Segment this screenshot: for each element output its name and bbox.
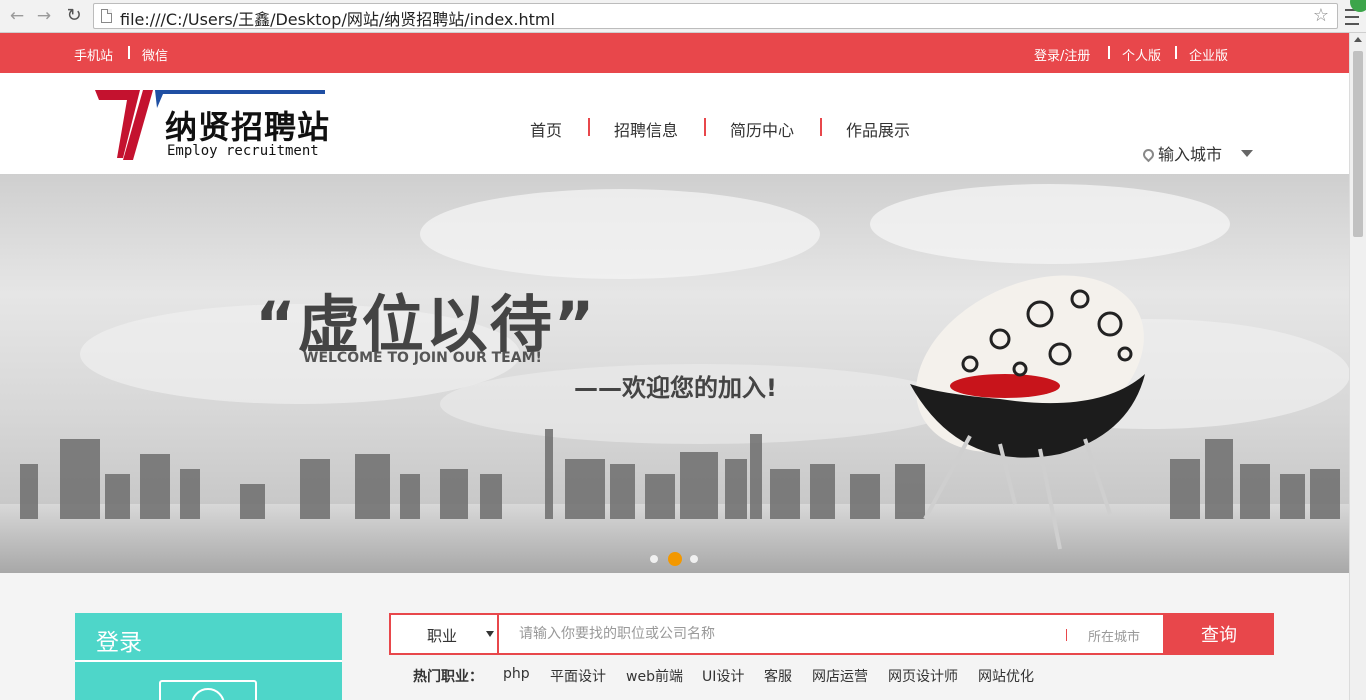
enterprise-edition-link[interactable]: 企业版: [1189, 45, 1228, 64]
nav-home[interactable]: 首页: [530, 117, 562, 141]
scroll-thumb[interactable]: [1353, 51, 1363, 237]
login-panel: 登录: [75, 613, 342, 700]
hot-job-link[interactable]: UI设计: [702, 666, 744, 686]
hot-job-link[interactable]: 平面设计: [550, 666, 606, 686]
wechat-link[interactable]: 微信: [142, 45, 168, 64]
hero-banner: “虚位以待” WELCOME TO JOIN OUR TEAM! ——欢迎您的加…: [0, 174, 1349, 573]
topbar-divider: [128, 46, 130, 59]
login-register-link[interactable]: 登录/注册: [1034, 45, 1090, 64]
browser-toolbar: ← → ↻ file:///C:/Users/王鑫/Desktop/网站/纳贤招…: [0, 0, 1366, 33]
location-pin-icon: [1140, 146, 1157, 163]
carousel-dot[interactable]: [650, 555, 658, 563]
topbar-divider: [1108, 46, 1110, 59]
search-category-select[interactable]: 职业: [391, 615, 499, 653]
bookmark-star-icon[interactable]: ☆: [1313, 5, 1329, 26]
user-avatar-icon[interactable]: [159, 680, 257, 700]
hot-job-link[interactable]: web前端: [626, 666, 683, 686]
topbar-divider: [1175, 46, 1177, 59]
logo-chinese-text: 纳贤招聘站: [165, 108, 331, 146]
chevron-down-icon: [486, 631, 494, 637]
personal-edition-link[interactable]: 个人版: [1122, 45, 1161, 64]
site-header: 纳贤招聘站 Employ recruitment 首页 招聘信息 简历中心 作品…: [0, 73, 1349, 174]
mobile-site-link[interactable]: 手机站: [74, 45, 113, 64]
logo-english-text: Employ recruitment: [167, 143, 319, 159]
hot-job-link[interactable]: 客服: [764, 666, 792, 686]
chair-illustration: [910, 275, 1145, 550]
hot-job-link[interactable]: 网页设计师: [888, 666, 958, 686]
avatar-ring: [191, 688, 225, 700]
login-panel-header: 登录: [75, 613, 342, 662]
nav-divider: [588, 118, 590, 136]
site-logo[interactable]: 纳贤招聘站 Employ recruitment: [93, 88, 331, 164]
nav-resume-center[interactable]: 简历中心: [730, 117, 794, 141]
back-arrow-icon[interactable]: ←: [6, 5, 28, 27]
job-search-input[interactable]: [501, 615, 1056, 653]
banner-slogan-english: WELCOME TO JOIN OUR TEAM!: [303, 350, 542, 366]
scroll-up-arrow-icon[interactable]: [1354, 37, 1362, 42]
address-text[interactable]: file:///C:/Users/王鑫/Desktop/网站/纳贤招聘站/ind…: [120, 6, 555, 30]
nav-divider: [820, 118, 822, 136]
address-bar[interactable]: file:///C:/Users/王鑫/Desktop/网站/纳贤招聘站/ind…: [93, 3, 1338, 29]
banner-subtitle: ——欢迎您的加入!: [574, 374, 777, 402]
search-button[interactable]: 查询: [1164, 613, 1274, 655]
page-scrollbar[interactable]: [1349, 33, 1366, 700]
nav-job-listings[interactable]: 招聘信息: [614, 117, 678, 141]
browser-window: ← → ↻ file:///C:/Users/王鑫/Desktop/网站/纳贤招…: [0, 0, 1366, 700]
carousel-dot[interactable]: [690, 555, 698, 563]
hot-job-link[interactable]: php: [503, 666, 530, 682]
chevron-down-icon[interactable]: [1241, 150, 1253, 157]
city-label: 输入城市: [1158, 145, 1223, 164]
hot-job-link[interactable]: 网站优化: [978, 666, 1034, 686]
search-category-value: 职业: [427, 627, 458, 645]
search-divider: [1066, 629, 1067, 641]
carousel-dot-active[interactable]: [668, 552, 682, 566]
page-icon: [101, 9, 112, 23]
reload-icon[interactable]: ↻: [63, 5, 85, 27]
job-search-bar: 职业 所在城市: [389, 613, 1165, 655]
city-selector[interactable]: 输入城市: [1140, 141, 1223, 164]
site-topbar: 手机站 微信 登录/注册 个人版 企业版: [0, 33, 1349, 73]
search-city-field[interactable]: 所在城市: [1088, 626, 1140, 645]
nav-portfolio[interactable]: 作品展示: [846, 117, 910, 141]
hot-jobs-label: 热门职业：: [413, 669, 483, 685]
forward-arrow-icon[interactable]: →: [33, 5, 55, 27]
nav-divider: [704, 118, 706, 136]
login-title: 登录: [96, 630, 142, 656]
hot-job-link[interactable]: 网店运营: [812, 666, 868, 686]
